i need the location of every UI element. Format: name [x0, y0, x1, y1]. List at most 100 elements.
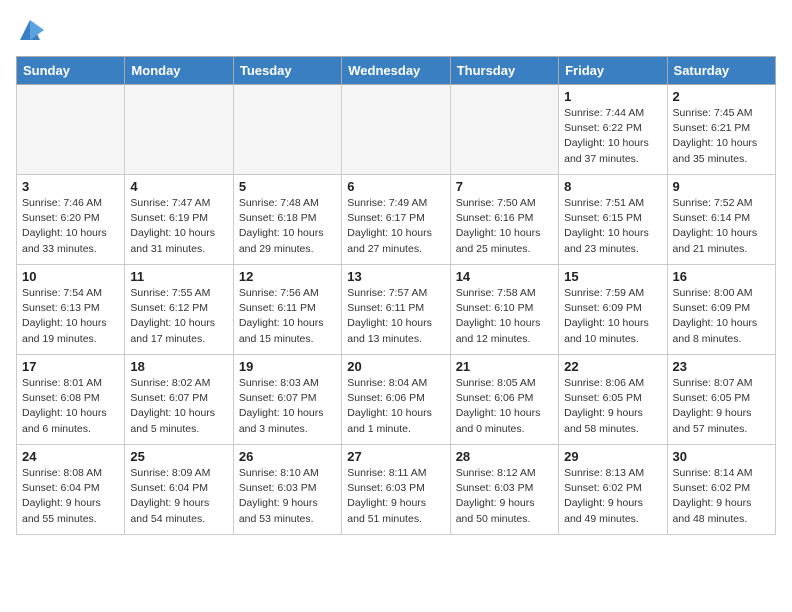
day-info: Sunrise: 8:13 AMSunset: 6:02 PMDaylight:…	[564, 466, 661, 527]
calendar-day-cell: 15 Sunrise: 7:59 AMSunset: 6:09 PMDayligh…	[559, 265, 667, 355]
calendar-day-cell	[125, 85, 233, 175]
day-info: Sunrise: 7:51 AMSunset: 6:15 PMDaylight:…	[564, 196, 661, 257]
day-info: Sunrise: 8:08 AMSunset: 6:04 PMDaylight:…	[22, 466, 119, 527]
calendar-day-cell: 23Sunrise: 8:07 AMSunset: 6:05 PMDayligh…	[667, 355, 775, 445]
day-number: 17	[22, 359, 119, 374]
calendar-day-cell: 12 Sunrise: 7:56 AMSunset: 6:11 PMDayligh…	[233, 265, 341, 355]
day-number: 13	[347, 269, 444, 284]
day-info: Sunrise: 7:46 AMSunset: 6:20 PMDaylight:…	[22, 196, 119, 257]
logo-icon	[16, 16, 44, 44]
day-number: 7	[456, 179, 553, 194]
day-info: Sunrise: 7:49 AMSunset: 6:17 PMDaylight:…	[347, 196, 444, 257]
day-info: Sunrise: 7:45 AMSunset: 6:21 PMDaylight:…	[673, 106, 770, 167]
day-number: 19	[239, 359, 336, 374]
calendar-day-cell: 22Sunrise: 8:06 AMSunset: 6:05 PMDayligh…	[559, 355, 667, 445]
calendar-day-cell: 11 Sunrise: 7:55 AMSunset: 6:12 PMDayligh…	[125, 265, 233, 355]
day-number: 24	[22, 449, 119, 464]
day-number: 20	[347, 359, 444, 374]
day-number: 16	[673, 269, 770, 284]
calendar-day-cell	[233, 85, 341, 175]
calendar-weekday-header: Monday	[125, 57, 233, 85]
calendar-day-cell: 10 Sunrise: 7:54 AMSunset: 6:13 PMDayligh…	[17, 265, 125, 355]
logo	[16, 16, 48, 44]
day-info: Sunrise: 8:11 AMSunset: 6:03 PMDaylight:…	[347, 466, 444, 527]
day-info: Sunrise: 8:03 AMSunset: 6:07 PMDaylight:…	[239, 376, 336, 437]
day-info: Sunrise: 8:05 AMSunset: 6:06 PMDaylight:…	[456, 376, 553, 437]
calendar-day-cell: 3 Sunrise: 7:46 AMSunset: 6:20 PMDaylight…	[17, 175, 125, 265]
calendar-day-cell: 4 Sunrise: 7:47 AMSunset: 6:19 PMDaylight…	[125, 175, 233, 265]
calendar-day-cell: 8 Sunrise: 7:51 AMSunset: 6:15 PMDaylight…	[559, 175, 667, 265]
day-number: 6	[347, 179, 444, 194]
calendar-day-cell: 24 Sunrise: 8:08 AMSunset: 6:04 PMDayligh…	[17, 445, 125, 535]
day-info: Sunrise: 8:10 AMSunset: 6:03 PMDaylight:…	[239, 466, 336, 527]
day-number: 1	[564, 89, 661, 104]
calendar-week-row: 17Sunrise: 8:01 AMSunset: 6:08 PMDayligh…	[17, 355, 776, 445]
day-info: Sunrise: 7:55 AMSunset: 6:12 PMDaylight:…	[130, 286, 227, 347]
calendar-day-cell: 27 Sunrise: 8:11 AMSunset: 6:03 PMDayligh…	[342, 445, 450, 535]
day-number: 11	[130, 269, 227, 284]
day-info: Sunrise: 7:54 AMSunset: 6:13 PMDaylight:…	[22, 286, 119, 347]
calendar-weekday-header: Saturday	[667, 57, 775, 85]
day-number: 4	[130, 179, 227, 194]
calendar-day-cell: 5 Sunrise: 7:48 AMSunset: 6:18 PMDaylight…	[233, 175, 341, 265]
day-info: Sunrise: 7:52 AMSunset: 6:14 PMDaylight:…	[673, 196, 770, 257]
day-info: Sunrise: 8:07 AMSunset: 6:05 PMDaylight:…	[673, 376, 770, 437]
calendar-day-cell: 30 Sunrise: 8:14 AMSunset: 6:02 PMDayligh…	[667, 445, 775, 535]
calendar-week-row: 24 Sunrise: 8:08 AMSunset: 6:04 PMDayligh…	[17, 445, 776, 535]
day-number: 29	[564, 449, 661, 464]
calendar-day-cell: 6 Sunrise: 7:49 AMSunset: 6:17 PMDaylight…	[342, 175, 450, 265]
day-info: Sunrise: 8:09 AMSunset: 6:04 PMDaylight:…	[130, 466, 227, 527]
day-number: 30	[673, 449, 770, 464]
calendar-day-cell: 17Sunrise: 8:01 AMSunset: 6:08 PMDayligh…	[17, 355, 125, 445]
calendar-day-cell	[342, 85, 450, 175]
day-info: Sunrise: 8:06 AMSunset: 6:05 PMDaylight:…	[564, 376, 661, 437]
day-info: Sunrise: 7:47 AMSunset: 6:19 PMDaylight:…	[130, 196, 227, 257]
day-number: 8	[564, 179, 661, 194]
day-number: 2	[673, 89, 770, 104]
calendar-day-cell: 16 Sunrise: 8:00 AMSunset: 6:09 PMDayligh…	[667, 265, 775, 355]
day-info: Sunrise: 8:00 AMSunset: 6:09 PMDaylight:…	[673, 286, 770, 347]
day-info: Sunrise: 7:59 AMSunset: 6:09 PMDaylight:…	[564, 286, 661, 347]
day-number: 27	[347, 449, 444, 464]
calendar-day-cell: 26Sunrise: 8:10 AMSunset: 6:03 PMDayligh…	[233, 445, 341, 535]
day-info: Sunrise: 7:48 AMSunset: 6:18 PMDaylight:…	[239, 196, 336, 257]
day-number: 28	[456, 449, 553, 464]
day-info: Sunrise: 8:04 AMSunset: 6:06 PMDaylight:…	[347, 376, 444, 437]
day-number: 21	[456, 359, 553, 374]
calendar-day-cell	[450, 85, 558, 175]
day-info: Sunrise: 8:14 AMSunset: 6:02 PMDaylight:…	[673, 466, 770, 527]
day-number: 3	[22, 179, 119, 194]
day-number: 18	[130, 359, 227, 374]
day-number: 9	[673, 179, 770, 194]
day-number: 25	[130, 449, 227, 464]
calendar-day-cell: 13Sunrise: 7:57 AMSunset: 6:11 PMDayligh…	[342, 265, 450, 355]
day-number: 10	[22, 269, 119, 284]
day-info: Sunrise: 7:58 AMSunset: 6:10 PMDaylight:…	[456, 286, 553, 347]
calendar-weekday-header: Tuesday	[233, 57, 341, 85]
calendar-weekday-header: Friday	[559, 57, 667, 85]
day-number: 12	[239, 269, 336, 284]
calendar-day-cell: 18 Sunrise: 8:02 AMSunset: 6:07 PMDayligh…	[125, 355, 233, 445]
day-number: 15	[564, 269, 661, 284]
calendar-day-cell	[17, 85, 125, 175]
calendar-day-cell: 14 Sunrise: 7:58 AMSunset: 6:10 PMDayligh…	[450, 265, 558, 355]
day-number: 5	[239, 179, 336, 194]
calendar-day-cell: 1 Sunrise: 7:44 AMSunset: 6:22 PMDaylight…	[559, 85, 667, 175]
calendar-day-cell: 2 Sunrise: 7:45 AMSunset: 6:21 PMDaylight…	[667, 85, 775, 175]
calendar-week-row: 1 Sunrise: 7:44 AMSunset: 6:22 PMDaylight…	[17, 85, 776, 175]
calendar-table: SundayMondayTuesdayWednesdayThursdayFrid…	[16, 56, 776, 535]
day-info: Sunrise: 7:44 AMSunset: 6:22 PMDaylight:…	[564, 106, 661, 167]
day-info: Sunrise: 7:56 AMSunset: 6:11 PMDaylight:…	[239, 286, 336, 347]
day-info: Sunrise: 8:02 AMSunset: 6:07 PMDaylight:…	[130, 376, 227, 437]
calendar-day-cell: 29 Sunrise: 8:13 AMSunset: 6:02 PMDayligh…	[559, 445, 667, 535]
calendar-day-cell: 9 Sunrise: 7:52 AMSunset: 6:14 PMDaylight…	[667, 175, 775, 265]
day-info: Sunrise: 7:50 AMSunset: 6:16 PMDaylight:…	[456, 196, 553, 257]
calendar-day-cell: 21 Sunrise: 8:05 AMSunset: 6:06 PMDayligh…	[450, 355, 558, 445]
page-header	[16, 16, 776, 44]
day-number: 14	[456, 269, 553, 284]
calendar-week-row: 3 Sunrise: 7:46 AMSunset: 6:20 PMDaylight…	[17, 175, 776, 265]
calendar-weekday-header: Thursday	[450, 57, 558, 85]
calendar-weekday-header: Sunday	[17, 57, 125, 85]
day-info: Sunrise: 8:12 AMSunset: 6:03 PMDaylight:…	[456, 466, 553, 527]
calendar-weekday-header: Wednesday	[342, 57, 450, 85]
